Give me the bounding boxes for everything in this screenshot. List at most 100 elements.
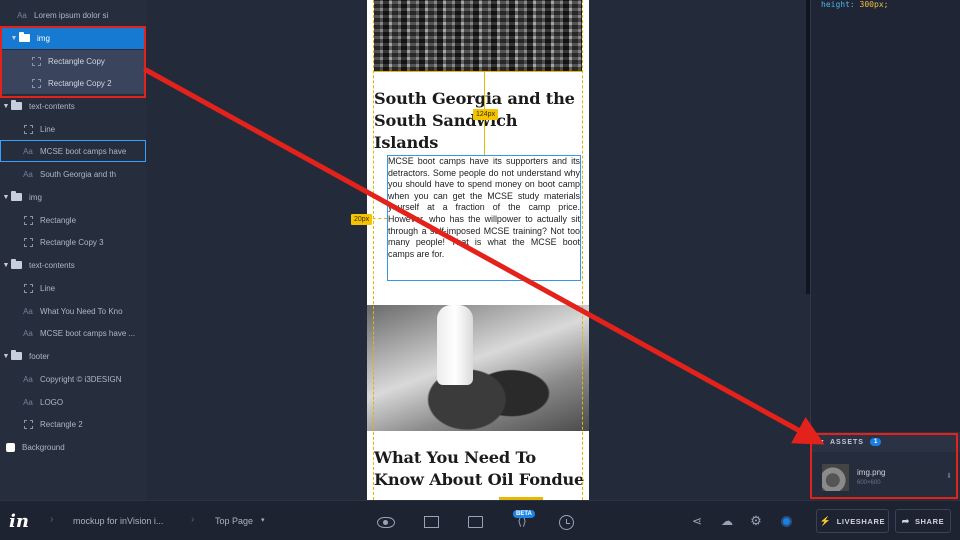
download-icon[interactable]: ⬇: [946, 472, 952, 480]
layer-item[interactable]: Rectangle Copy 2: [0, 72, 146, 94]
text-icon: Aa: [23, 169, 33, 179]
layer-label: Line: [40, 124, 56, 134]
layer-item[interactable]: Rectangle: [0, 209, 146, 231]
layer-item[interactable]: Line: [0, 277, 146, 299]
measure-label-horizontal: 20px: [351, 214, 373, 225]
layer-item[interactable]: Rectangle Copy 3: [0, 231, 146, 253]
layer-item[interactable]: Aa Lorem ipsum dolor si: [0, 4, 146, 26]
assets-header[interactable]: ▼ ASSETS 1: [810, 432, 960, 452]
layer-label: img: [37, 33, 50, 43]
text-icon: Aa: [23, 306, 33, 316]
text-icon: Aa: [23, 397, 33, 407]
css-line: height: 300px;: [821, 0, 888, 9]
code-panel: height: 300px;: [810, 0, 960, 432]
hands-photo[interactable]: [367, 305, 589, 431]
layer-item[interactable]: Rectangle Copy: [0, 50, 146, 72]
folder-icon: [10, 100, 23, 110]
heading-south-georgia[interactable]: South Georgia and the South Sandwich Isl…: [374, 88, 586, 154]
folder-icon: [10, 191, 23, 201]
status-dot[interactable]: [781, 516, 792, 527]
assets-title: ASSETS: [829, 438, 864, 446]
layer-label: Line: [40, 283, 56, 293]
layer-label: Rectangle Copy 3: [40, 237, 104, 247]
css-property: height:: [821, 0, 855, 9]
project-name[interactable]: mockup for inVision i...: [73, 516, 163, 526]
checkbox-icon[interactable]: [4, 442, 16, 452]
preview-eye-icon[interactable]: [377, 517, 395, 528]
chevron-right-icon: ›: [191, 514, 195, 525]
guide-right: [582, 0, 583, 500]
inspect-icon[interactable]: [424, 516, 439, 528]
building-photo[interactable]: [374, 0, 582, 71]
measure-label-vertical: 124px: [473, 109, 499, 120]
guide-left: [373, 0, 374, 500]
caret-down-icon[interactable]: ▼: [2, 262, 10, 269]
layer-label: Rectangle Copy 2: [48, 78, 112, 88]
layer-item[interactable]: Aa LOGO: [0, 391, 146, 413]
liveshare-label: LIVESHARE: [836, 516, 886, 526]
gear-icon[interactable]: ⚙: [747, 512, 765, 530]
layer-label: Rectangle Copy: [48, 56, 105, 66]
paragraph-mcse[interactable]: MCSE boot camps have its supporters and …: [387, 156, 581, 260]
layer-label: footer: [29, 351, 50, 361]
caret-down-icon: ▼: [818, 438, 826, 446]
comment-icon[interactable]: [468, 516, 483, 528]
bolt-icon: ⚡: [819, 515, 832, 526]
share-arrow-icon: ➦: [901, 515, 910, 526]
layer-item[interactable]: Line: [0, 118, 146, 140]
rectangle-icon: [22, 124, 34, 134]
layer-label: LOGO: [40, 397, 64, 407]
liveshare-button[interactable]: ⚡ LIVESHARE: [816, 509, 889, 533]
text-icon: Aa: [23, 328, 33, 338]
share-nodes-icon[interactable]: ⋖: [688, 512, 706, 530]
page-selector[interactable]: Top Page: [215, 516, 253, 526]
share-button[interactable]: ➦ SHARE: [895, 509, 951, 533]
rectangle-icon: [30, 56, 42, 66]
layer-label: Lorem ipsum dolor si: [34, 10, 109, 20]
layer-item[interactable]: Rectangle 2: [0, 413, 146, 435]
layers-panel: Aa Lorem ipsum dolor si ▼ img Rectangle Co…: [0, 0, 146, 500]
caret-down-icon[interactable]: ▼: [2, 194, 10, 201]
rectangle-icon: [22, 283, 34, 293]
layer-item[interactable]: Aa What You Need To Kno: [0, 300, 146, 322]
rectangle-icon: [22, 215, 34, 225]
layer-label: text-contents: [29, 260, 75, 270]
layer-item[interactable]: Aa South Georgia and th: [0, 163, 146, 185]
asset-item[interactable]: img.png 600×600 ⬇: [810, 460, 960, 494]
app-window: Aa Lorem ipsum dolor si ▼ img Rectangle Co…: [0, 0, 960, 540]
layer-label: Copyright © i3DESIGN: [40, 374, 122, 384]
caret-down-icon[interactable]: ▼: [2, 103, 10, 110]
rectangle-icon: [22, 237, 34, 247]
asset-name: img.png: [857, 468, 886, 477]
folder-icon: [10, 350, 23, 360]
rectangle-icon: [22, 419, 34, 429]
layer-label: Rectangle: [40, 215, 77, 225]
chevron-down-icon[interactable]: ▾: [261, 516, 265, 524]
css-value: 300px;: [859, 0, 889, 9]
layer-item-hovered[interactable]: Aa MCSE boot camps have: [0, 140, 146, 162]
layer-item[interactable]: ▼ text-contents: [0, 254, 146, 276]
text-icon: Aa: [23, 374, 33, 384]
layer-item-selected[interactable]: ▼ img: [0, 27, 146, 49]
layer-item[interactable]: Aa Copyright © i3DESIGN: [0, 368, 146, 390]
assets-panel: ▼ ASSETS 1 img.png 600×600 ⬇: [810, 432, 960, 500]
heading-oil-fondue[interactable]: What You Need To Know About Oil Fondue: [374, 447, 586, 491]
cloud-icon[interactable]: ☁: [718, 512, 736, 530]
layer-item[interactable]: ▼ text-contents: [0, 95, 146, 117]
layer-label: MCSE boot camps have ...: [40, 328, 136, 338]
layer-item[interactable]: ▼ footer: [0, 345, 146, 367]
assets-count-badge: 1: [869, 438, 882, 446]
layer-label: South Georgia and th: [40, 169, 117, 179]
layer-item-background[interactable]: Background: [0, 436, 146, 458]
history-clock-icon[interactable]: [559, 515, 574, 530]
layer-item[interactable]: ▼ img: [0, 186, 146, 208]
layer-label: Rectangle 2: [40, 419, 83, 429]
invision-logo[interactable]: in: [9, 511, 29, 532]
layer-label: Background: [22, 442, 65, 452]
layer-item[interactable]: Aa MCSE boot camps have ...: [0, 322, 146, 344]
canvas-artboard[interactable]: South Georgia and the South Sandwich Isl…: [367, 0, 589, 500]
caret-down-icon[interactable]: ▼: [10, 35, 18, 42]
caret-down-icon[interactable]: ▼: [2, 353, 10, 360]
layer-label: img: [29, 192, 42, 202]
text-icon: Aa: [23, 146, 33, 156]
